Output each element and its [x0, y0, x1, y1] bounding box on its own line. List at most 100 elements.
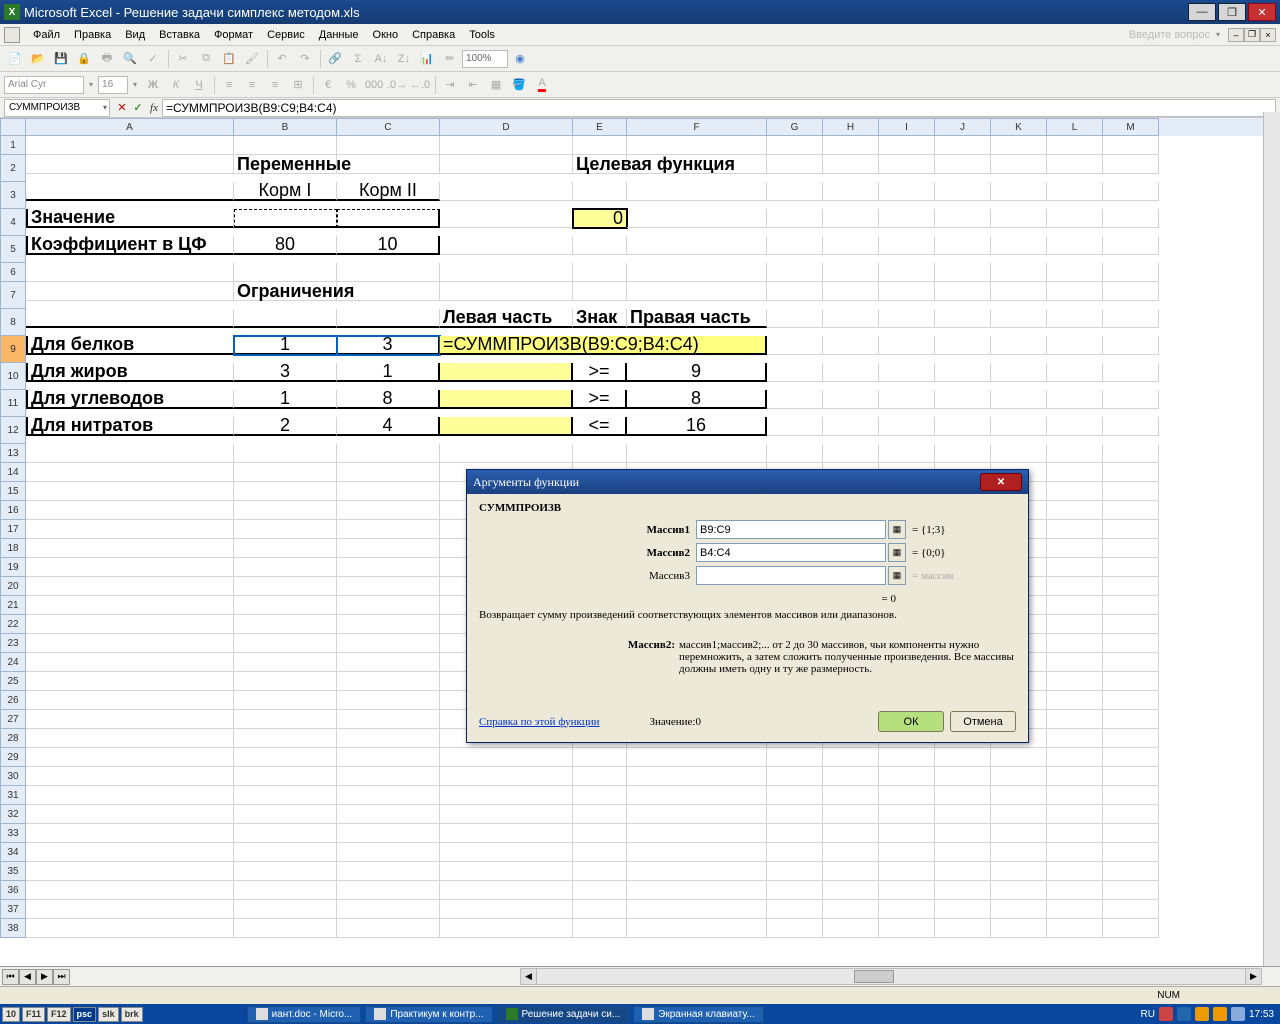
cell[interactable]	[991, 862, 1047, 881]
cell[interactable]	[1103, 672, 1159, 691]
cell[interactable]	[573, 786, 627, 805]
cell[interactable]	[1103, 805, 1159, 824]
cell[interactable]	[440, 862, 573, 881]
cell[interactable]	[1047, 824, 1103, 843]
cell[interactable]	[879, 900, 935, 919]
size-dropdown-icon[interactable]: ▾	[133, 80, 137, 89]
row-header[interactable]: 6	[0, 263, 26, 282]
redo-icon[interactable]: ↷	[294, 48, 316, 70]
cell[interactable]	[337, 824, 440, 843]
cell[interactable]	[573, 748, 627, 767]
cell[interactable]	[1103, 710, 1159, 729]
cell[interactable]	[823, 748, 879, 767]
cell[interactable]	[26, 520, 234, 539]
taskbar-item[interactable]: Решение задачи си...	[497, 1006, 630, 1023]
cell[interactable]	[935, 919, 991, 938]
paste-icon[interactable]: 📋	[218, 48, 240, 70]
cell[interactable]	[1047, 691, 1103, 710]
scroll-right-icon[interactable]: ▶	[1245, 969, 1261, 984]
cell[interactable]	[337, 520, 440, 539]
row-header[interactable]: 22	[0, 615, 26, 634]
row-header[interactable]: 30	[0, 767, 26, 786]
cell[interactable]	[1103, 824, 1159, 843]
row-header[interactable]: 5	[0, 236, 26, 263]
cell[interactable]	[26, 786, 234, 805]
cell[interactable]	[26, 710, 234, 729]
cell[interactable]: 1	[234, 336, 337, 355]
cell[interactable]: Для нитратов	[26, 417, 234, 436]
cell[interactable]	[1103, 786, 1159, 805]
inner-close-icon[interactable]: ×	[1260, 28, 1276, 42]
cell[interactable]	[1047, 539, 1103, 558]
cell[interactable]	[337, 539, 440, 558]
undo-icon[interactable]: ↶	[271, 48, 293, 70]
fkey[interactable]: psc	[73, 1007, 97, 1022]
cell[interactable]	[234, 444, 337, 463]
formula-enter-icon[interactable]: ✓	[130, 100, 146, 116]
name-box[interactable]: СУММПРОИЗВ▾	[4, 99, 110, 117]
row-header[interactable]: 24	[0, 653, 26, 672]
cell[interactable]	[573, 805, 627, 824]
cell[interactable]: <=	[573, 417, 627, 436]
row-header[interactable]: 23	[0, 634, 26, 653]
font-size-box[interactable]: 16	[98, 76, 128, 94]
cell[interactable]	[337, 691, 440, 710]
preview-icon[interactable]: 🔍	[119, 48, 141, 70]
cell[interactable]	[627, 444, 767, 463]
cell[interactable]	[991, 767, 1047, 786]
cell[interactable]	[879, 881, 935, 900]
cell[interactable]	[440, 767, 573, 786]
cell[interactable]: 16	[627, 417, 767, 436]
cell[interactable]: Для углеводов	[26, 390, 234, 409]
cell[interactable]: Переменные	[234, 155, 337, 174]
permission-icon[interactable]: 🔒	[73, 48, 95, 70]
clock[interactable]: 17:53	[1249, 1009, 1274, 1020]
dialog-help-link[interactable]: Справка по этой функции	[479, 716, 600, 728]
cell[interactable]	[767, 444, 823, 463]
cell[interactable]	[627, 862, 767, 881]
cell[interactable]	[1047, 634, 1103, 653]
cell[interactable]: 1	[234, 390, 337, 409]
cell[interactable]	[935, 824, 991, 843]
align-left-icon[interactable]: ≡	[218, 74, 240, 96]
taskbar-item[interactable]: Практикум к контр...	[365, 1006, 492, 1023]
scroll-thumb[interactable]	[854, 970, 894, 983]
row-header[interactable]: 38	[0, 919, 26, 938]
cell[interactable]	[1047, 748, 1103, 767]
dialog-close-button[interactable]: ✕	[980, 473, 1022, 491]
cell[interactable]	[234, 729, 337, 748]
cell[interactable]	[26, 653, 234, 672]
cell[interactable]	[767, 862, 823, 881]
cell[interactable]	[1103, 729, 1159, 748]
menu-view[interactable]: Вид	[118, 29, 152, 41]
cell[interactable]	[337, 615, 440, 634]
cell[interactable]	[440, 824, 573, 843]
ok-button[interactable]: ОК	[878, 711, 944, 732]
cell[interactable]	[823, 919, 879, 938]
cell[interactable]: 3	[337, 336, 440, 355]
cell[interactable]	[26, 672, 234, 691]
cell[interactable]	[234, 881, 337, 900]
cell[interactable]	[234, 558, 337, 577]
fkey[interactable]: F11	[22, 1007, 45, 1022]
cell[interactable]	[1047, 501, 1103, 520]
cell[interactable]	[337, 919, 440, 938]
taskbar-item[interactable]: иант.doc - Micro...	[247, 1006, 362, 1023]
col-header-K[interactable]: K	[991, 118, 1047, 136]
cell[interactable]	[337, 501, 440, 520]
col-header-H[interactable]: H	[823, 118, 879, 136]
cell[interactable]: 80	[234, 236, 337, 255]
cell[interactable]	[337, 444, 440, 463]
col-header-J[interactable]: J	[935, 118, 991, 136]
cell[interactable]	[337, 881, 440, 900]
cell[interactable]	[234, 691, 337, 710]
row-header[interactable]: 33	[0, 824, 26, 843]
open-icon[interactable]: 📂	[27, 48, 49, 70]
fkey[interactable]: slk	[98, 1007, 119, 1022]
cell[interactable]: Для жиров	[26, 363, 234, 382]
cell[interactable]	[26, 577, 234, 596]
cell[interactable]	[879, 786, 935, 805]
cell[interactable]	[234, 748, 337, 767]
font-dropdown-icon[interactable]: ▾	[89, 80, 93, 89]
new-icon[interactable]: 📄	[4, 48, 26, 70]
